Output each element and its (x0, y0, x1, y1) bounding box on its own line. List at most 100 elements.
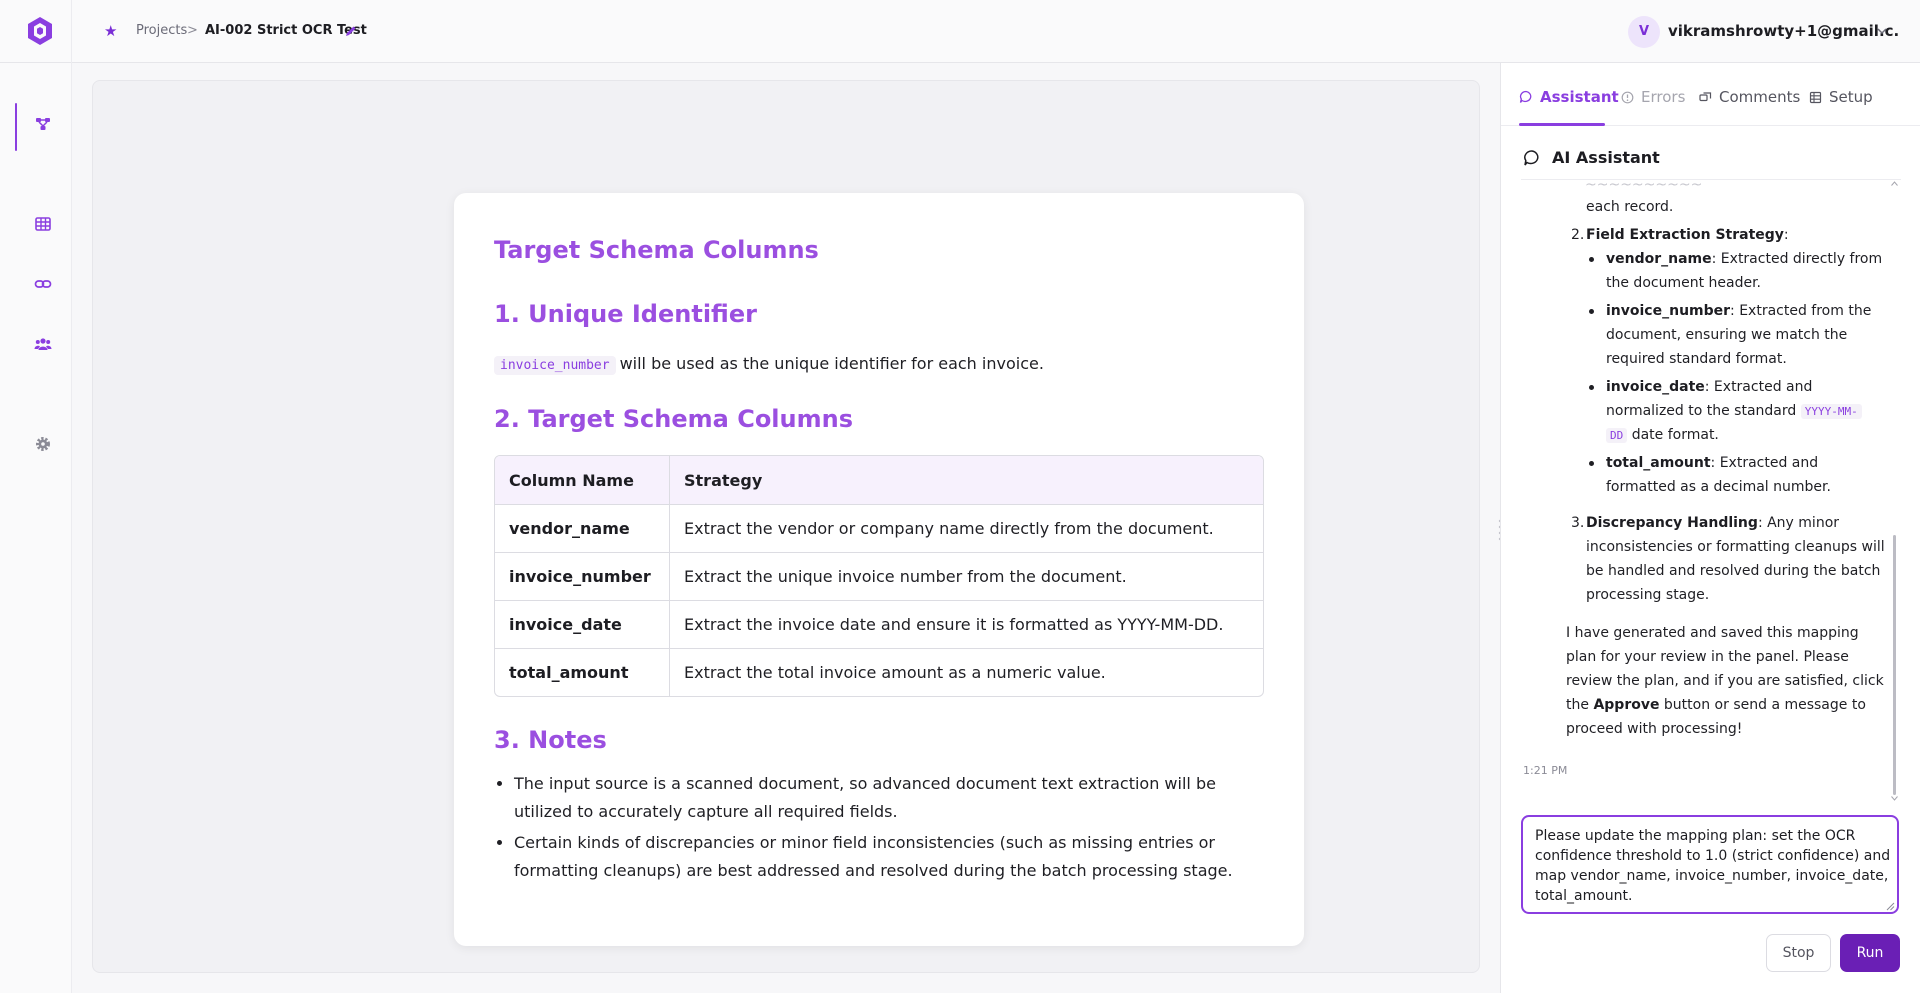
table-cell-column-name: invoice_number (495, 553, 670, 600)
users-icon[interactable] (33, 334, 53, 354)
input-text-line: map vendor_name, invoice_number, invoice… (1535, 868, 1889, 884)
breadcrumb-project-title: AI-002 Strict OCR Test (205, 23, 367, 38)
chat-icon (1524, 150, 1539, 166)
chat-line: processing stage. (1586, 587, 1710, 603)
field-name: invoice_number (1606, 303, 1731, 319)
item-title: Field Extraction Strategy (1586, 227, 1784, 243)
message-timestamp: 1:21 PM (1523, 764, 1568, 777)
list-item: The input source is a scanned document, … (514, 770, 1269, 826)
gear-icon[interactable] (33, 434, 53, 454)
document-title: Target Schema Columns (494, 236, 819, 264)
scroll-up-arrow-icon[interactable] (1891, 181, 1898, 186)
date-format-code: DD (1606, 428, 1628, 443)
chat-messages: ~~~~~~~~~~ each record. 2. Field Extract… (1521, 180, 1911, 868)
top-header: ★ Projects > AI-002 Strict OCR Test V vi… (0, 0, 1920, 63)
assistant-header: AI Assistant (1523, 148, 1660, 168)
field-desc: : Extracted and (1710, 455, 1819, 471)
table-cell-column-name: invoice_date (495, 601, 670, 648)
table-row: total_amount Extract the total invoice a… (495, 648, 1263, 696)
chat-line: review the plan, and if you are satisfie… (1566, 673, 1884, 689)
list-number: 2. (1571, 227, 1585, 243)
alert-circle-icon (1621, 91, 1634, 103)
workflow-icon[interactable] (33, 114, 53, 134)
comments-icon (1699, 91, 1712, 101)
tab-comments[interactable]: Comments (1699, 87, 1800, 107)
chat-line: invoice_date: Extracted and (1606, 375, 1812, 399)
table-cell-column-name: vendor_name (495, 505, 670, 552)
field-name: invoice_date (1606, 379, 1705, 395)
user-email[interactable]: vikramshrowty+1@gmail.c... (1668, 22, 1900, 41)
mapping-plan-document: Target Schema Columns 1. Unique Identifi… (454, 193, 1304, 946)
sidebar-active-indicator (15, 103, 17, 151)
field-desc: normalized to the standard (1606, 403, 1797, 419)
chat-line: inconsistencies or formatting cleanups w… (1586, 539, 1885, 555)
field-desc: : Extracted from the (1730, 303, 1872, 319)
chat-line: total_amount: Extracted and (1606, 451, 1818, 475)
field-name: vendor_name (1606, 251, 1712, 267)
unique-identifier-paragraph: invoice_number will be used as the unique… (494, 351, 1044, 379)
chat-line: DD date format. (1606, 423, 1719, 448)
user-avatar[interactable]: V (1628, 16, 1660, 48)
item-title: Discrepancy Handling (1586, 515, 1758, 531)
logo-icon[interactable] (24, 15, 56, 47)
chat-line: formatted as a decimal number. (1606, 479, 1831, 495)
textarea-resize-icon[interactable] (1886, 902, 1895, 911)
scroll-down-arrow-icon[interactable] (1891, 796, 1898, 801)
message-input[interactable]: Please update the mapping plan: set the … (1521, 815, 1899, 914)
table-cell-strategy: Extract the unique invoice number from t… (684, 567, 1127, 586)
chat-line: normalized to the standard YYYY-MM- (1606, 399, 1862, 424)
item-colon: : (1783, 227, 1789, 243)
active-tab-indicator (1519, 123, 1605, 126)
tab-assistant[interactable]: Assistant (1519, 87, 1619, 107)
bullet (1589, 257, 1594, 262)
chat-line: plan for your review in the panel. Pleas… (1566, 649, 1849, 665)
identifier-description: will be used as the unique identifier fo… (619, 354, 1044, 373)
workspace-canvas: Target Schema Columns 1. Unique Identifi… (92, 80, 1480, 973)
tab-errors[interactable]: Errors (1621, 87, 1685, 107)
chat-text: the (1566, 697, 1589, 713)
identifier-code: invoice_number (494, 356, 616, 375)
chat-line: the document header. (1606, 275, 1761, 291)
tab-label: Comments (1719, 88, 1801, 106)
date-format-code: YYYY-MM- (1800, 404, 1862, 419)
chat-line: each record. (1586, 199, 1674, 215)
input-text-line: confidence threshold to 1.0 (strict conf… (1535, 848, 1891, 864)
stop-button[interactable]: Stop (1766, 934, 1831, 972)
table-icon[interactable] (33, 214, 53, 234)
notes-list: The input source is a scanned document, … (494, 770, 1269, 888)
link-icon[interactable] (33, 274, 53, 294)
chat-line: document, ensuring we match the (1606, 327, 1848, 343)
breadcrumb-chevron-icon: > (187, 23, 198, 38)
table-header-cell: Column Name (495, 456, 670, 504)
chat-text: button or send a message to (1663, 697, 1866, 713)
chevron-down-icon[interactable] (1876, 25, 1888, 37)
tab-setup[interactable]: Setup (1809, 87, 1873, 107)
chat-line: vendor_name: Extracted directly from (1606, 247, 1882, 271)
run-button[interactable]: Run (1840, 934, 1900, 972)
input-text-line: total_amount. (1535, 888, 1633, 904)
field-desc: : Extracted directly from (1711, 251, 1883, 267)
section-heading-target-schema: 2. Target Schema Columns (494, 405, 853, 433)
approve-keyword: Approve (1593, 697, 1660, 713)
breadcrumb-projects-link[interactable]: Projects (136, 22, 187, 40)
tab-label: Errors (1641, 88, 1686, 106)
app-root: ★ Projects > AI-002 Strict OCR Test V vi… (0, 0, 1920, 993)
favorite-star-icon[interactable]: ★ (104, 21, 117, 41)
field-name: total_amount (1606, 455, 1711, 471)
table-cell-column-name: total_amount (495, 649, 670, 696)
item-desc: : Any minor (1757, 515, 1840, 531)
chat-line: proceed with processing! (1566, 721, 1743, 737)
field-desc: : Extracted and (1704, 379, 1813, 395)
pencil-edit-icon[interactable] (344, 24, 358, 38)
bullet (1589, 309, 1594, 314)
input-text-line: Please update the mapping plan: set the … (1535, 828, 1856, 844)
chat-line: the Approve button or send a message to (1566, 693, 1866, 717)
schema-table: Column Name Strategy vendor_name Extract… (494, 455, 1264, 697)
tab-label: Setup (1829, 88, 1873, 106)
assistant-title: AI Assistant (1552, 148, 1660, 167)
chat-scrollbar-thumb[interactable] (1893, 535, 1896, 795)
panel-tabs: Assistant Errors Comments Setup (1501, 63, 1920, 126)
table-row: invoice_number Extract the unique invoic… (495, 552, 1263, 600)
list-item: Certain kinds of discrepancies or minor … (514, 829, 1269, 885)
tab-label: Assistant (1540, 88, 1619, 106)
